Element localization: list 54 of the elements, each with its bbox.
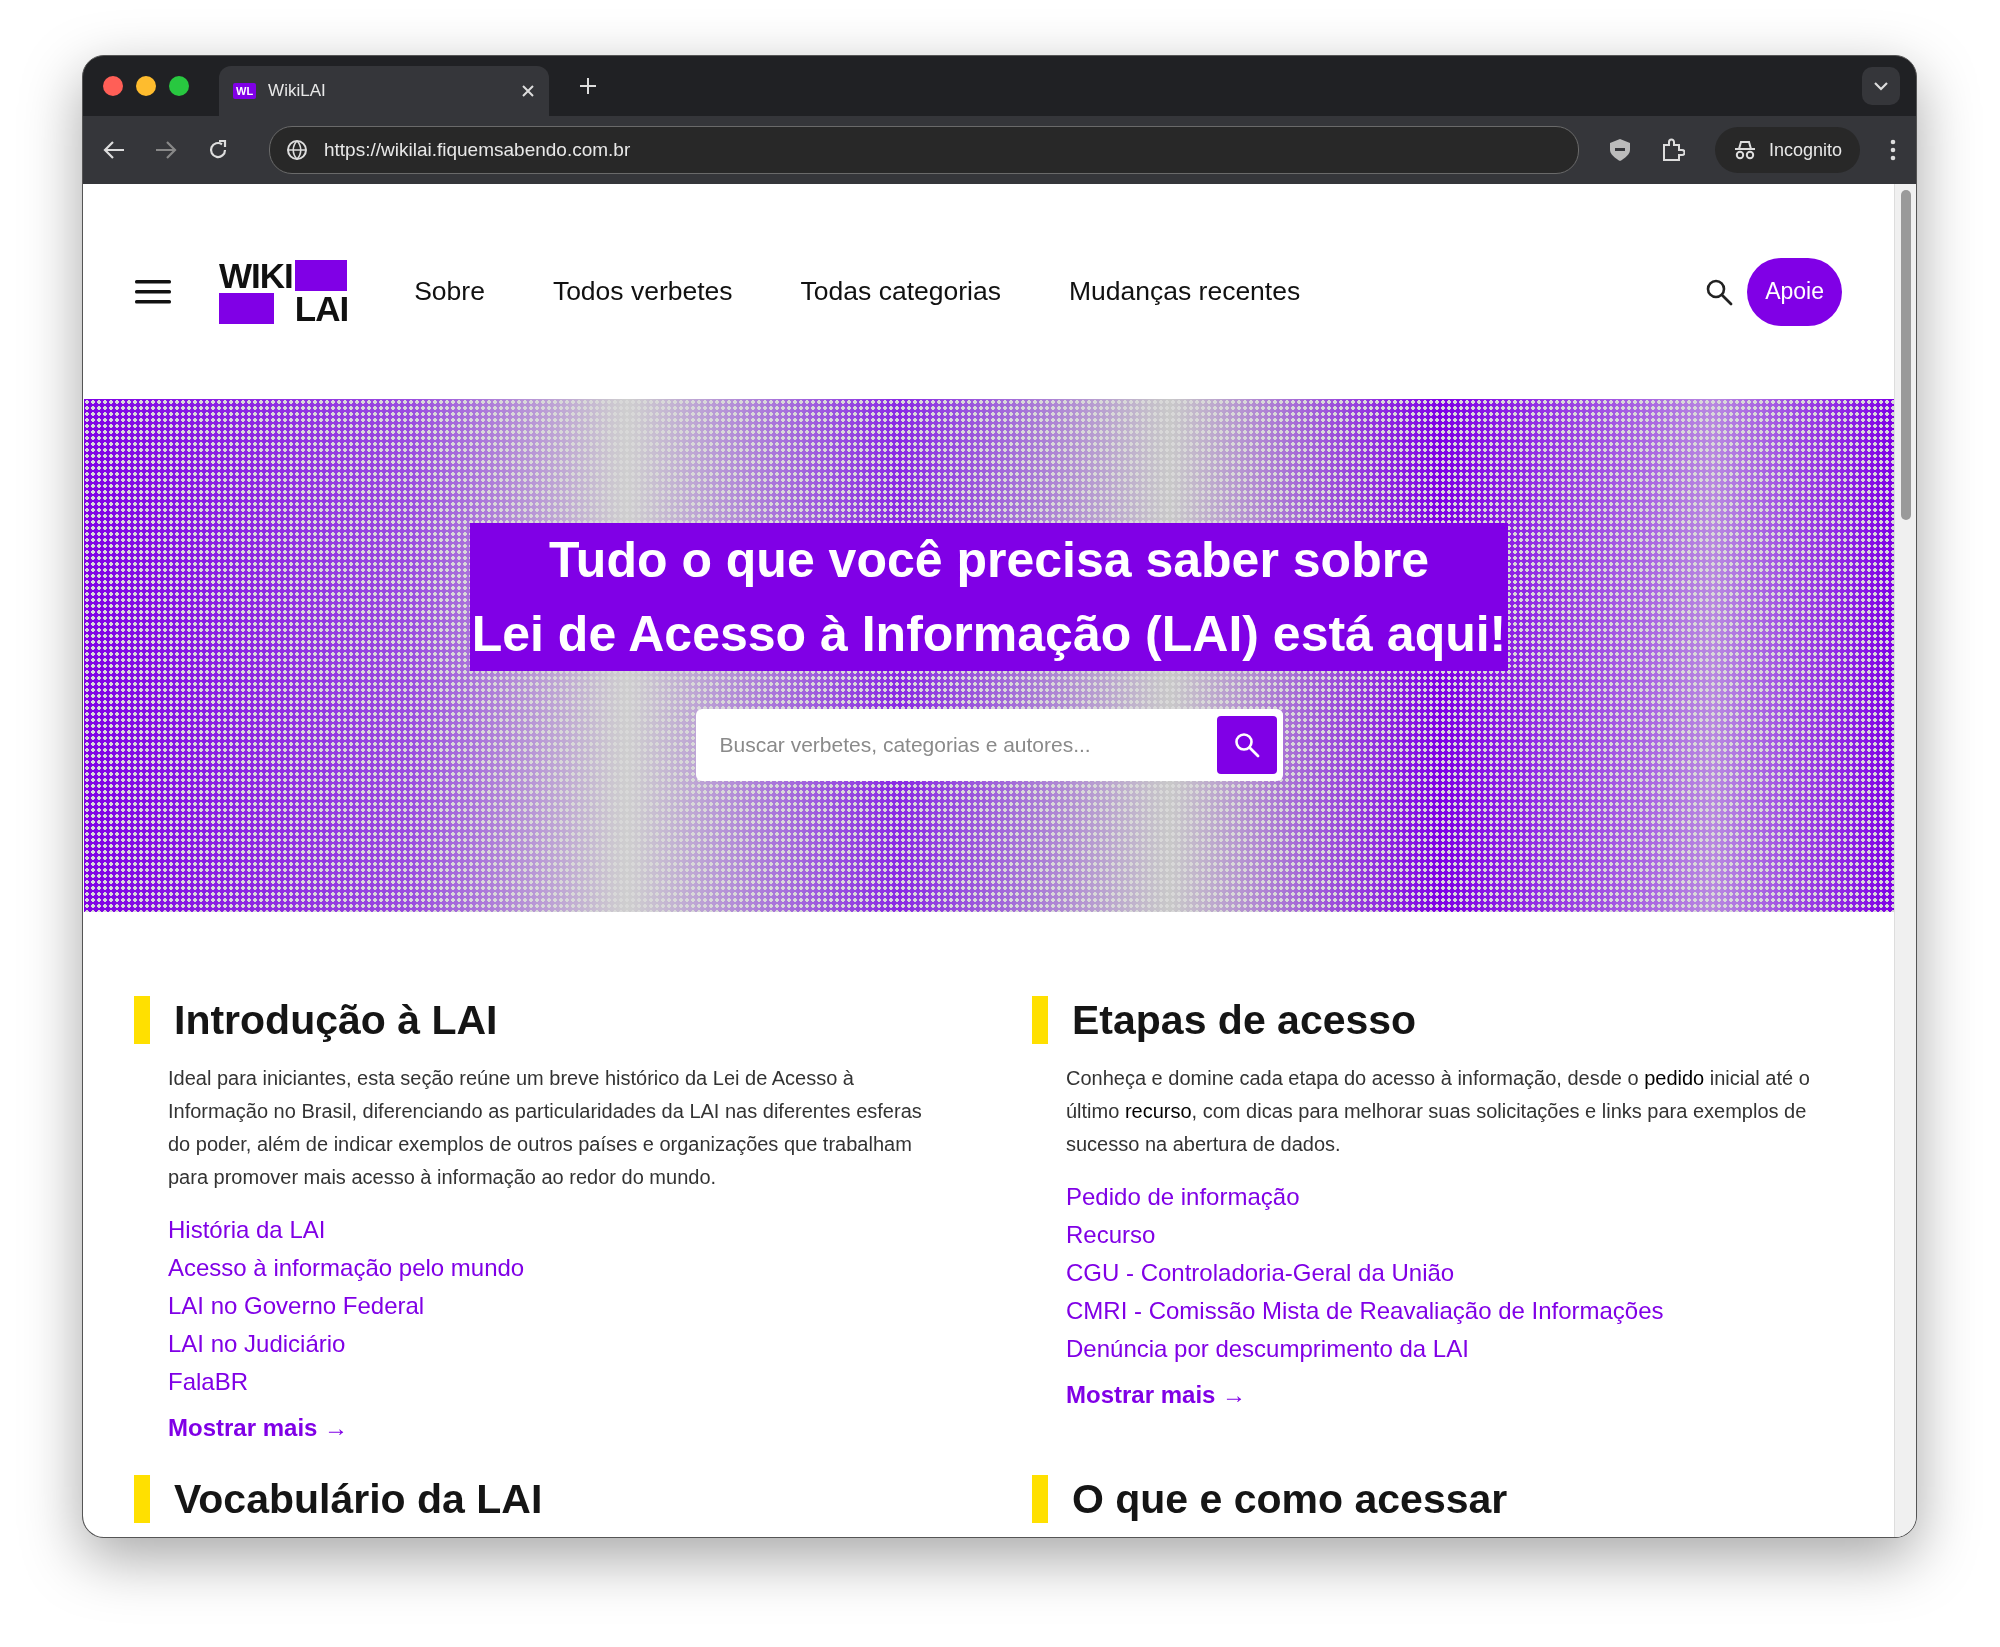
plus-icon[interactable]: [579, 77, 597, 95]
section-title: Vocabulário da LAI: [174, 1475, 543, 1524]
close-icon[interactable]: [521, 84, 535, 98]
back-arrow-icon[interactable]: [103, 140, 125, 160]
puzzle-piece-icon[interactable]: [1660, 138, 1685, 162]
topic-link[interactable]: CGU - Controladoria-Geral da União: [1066, 1259, 1455, 1286]
search-icon: [1233, 732, 1260, 758]
maximize-window-icon[interactable]: [169, 76, 189, 96]
nav-link[interactable]: Todos verbetes: [552, 272, 733, 311]
section-description: Ideal para iniciantes, esta seção reúne um breve histórico da Lei de Acesso à Informação no Brasil, diferenciando as particularidades da LAI nas diferentes esferas do poder, além de indicar exemplos de outros países e organizações que trabalham para promover mais acesso à informação ao redor do mundo.: [168, 1066, 923, 1190]
section-marker: [134, 1475, 150, 1523]
topic-link[interactable]: Pedido de informação: [1066, 1183, 1300, 1210]
topic-link[interactable]: Recurso: [1066, 1221, 1156, 1248]
nav-link[interactable]: Todas categorias: [800, 272, 1001, 311]
scrollbar-thumb[interactable]: [1900, 190, 1911, 520]
reload-icon[interactable]: [207, 139, 229, 161]
globe-icon[interactable]: [286, 139, 308, 161]
menu-icon[interactable]: [135, 277, 171, 306]
nav-link[interactable]: Mudanças recentes: [1068, 272, 1301, 311]
more-options-icon[interactable]: [1890, 139, 1896, 161]
favicon: WL: [233, 83, 257, 99]
topic-link[interactable]: LAI no Governo Federal: [168, 1292, 425, 1319]
address-bar[interactable]: https://wikilai.fiquemsabendo.com.br: [269, 126, 1579, 174]
chevron-down-icon[interactable]: [1862, 67, 1900, 105]
topic-link[interactable]: Denúncia por descumprimento da LAI: [1066, 1335, 1469, 1362]
section-marker: [1032, 1475, 1048, 1523]
minimize-window-icon[interactable]: [136, 76, 156, 96]
forward-arrow-icon[interactable]: [155, 140, 177, 160]
show-more-link[interactable]: Mostrar mais →: [1066, 1377, 1247, 1412]
section-description: Conheça e domine cada etapa do acesso à informação, desde o pedido inicial até o último recurso, com dicas para melhorar suas solicitações e links para exemplos de sucesso na abertura de dados.: [1066, 1066, 1811, 1157]
incognito-button[interactable]: Incognito: [1714, 127, 1860, 173]
incognito-icon: [1732, 140, 1757, 160]
section-title: Introdução à LAI: [174, 996, 498, 1045]
topic-link[interactable]: Acesso à informação pelo mundo: [168, 1254, 525, 1281]
hero-headline: Tudo o que você precisa saber sobre Lei de Acesso à Informação (LAI) está aqui!: [469, 523, 1509, 671]
show-more-link[interactable]: Mostrar mais →: [168, 1410, 349, 1445]
topic-link[interactable]: LAI no Judiciário: [168, 1330, 346, 1357]
donate-button[interactable]: Apoie: [1747, 257, 1842, 326]
topic-link[interactable]: FalaBR: [168, 1368, 249, 1395]
topic-link[interactable]: História da LAI: [168, 1216, 326, 1243]
section-title: Etapas de acesso: [1072, 996, 1417, 1045]
shield-icon[interactable]: [1608, 138, 1631, 162]
browser-tab[interactable]: WL WikiLAI: [219, 66, 549, 116]
nav-link[interactable]: Sobre: [414, 272, 485, 311]
section-marker: [134, 996, 150, 1044]
section-marker: [1032, 996, 1048, 1044]
close-window-icon[interactable]: [103, 76, 123, 96]
search-field[interactable]: Buscar verbetes, categorias e autores...: [695, 709, 1283, 781]
search-icon[interactable]: [1705, 277, 1734, 306]
site-logo[interactable]: WIKI LAI: [219, 259, 349, 324]
topic-link[interactable]: CMRI - Comissão Mista de Reavaliação de Informações: [1066, 1297, 1664, 1324]
search-button[interactable]: [1216, 716, 1277, 774]
tab-title: WikiLAI: [268, 81, 327, 101]
section-title: O que e como acessar: [1072, 1475, 1508, 1524]
